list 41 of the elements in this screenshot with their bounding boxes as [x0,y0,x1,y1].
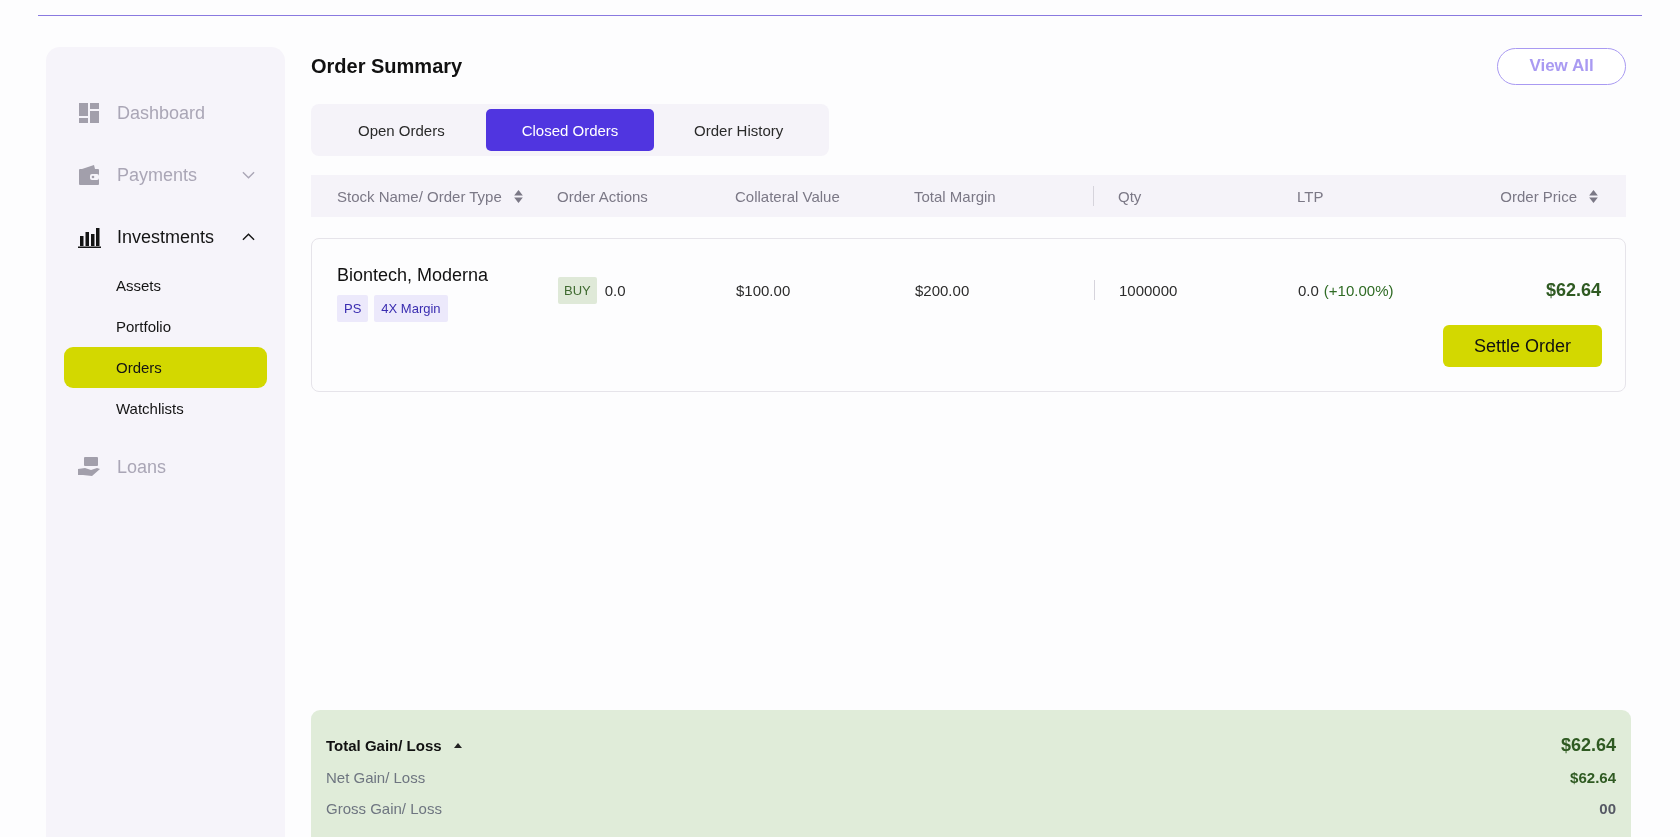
stock-name: Biontech, Moderna [337,265,489,286]
tab[interactable]: Order History [654,109,823,151]
tab[interactable]: Closed Orders [485,109,655,151]
nav-item[interactable]: Investments [46,217,285,257]
order-tag: 4X Margin [374,295,448,322]
wallet-icon [77,163,101,187]
table-cell: 0.0 [604,281,626,299]
change-value: (+10.00%) [1323,281,1394,299]
nav-subitem[interactable]: Watchlists [64,388,267,429]
order-price: $62.64 [1545,279,1601,301]
column-header: Collateral Value [735,187,840,205]
nav-subitem[interactable]: Portfolio [64,306,267,347]
summary-label: Gross Gain/ Loss [326,800,442,817]
column-header: Order Actions [557,187,648,205]
table-cell: 1000000 [1119,281,1178,299]
dashboard-icon [77,101,101,125]
summary-title[interactable]: Total Gain/ Loss [326,736,442,754]
summary-value: 00 [1599,800,1616,817]
total-value: $62.64 [1560,734,1616,756]
settle-order-button[interactable]: Settle Order [1443,325,1602,367]
order-tag: PS [337,295,369,322]
column-header[interactable]: Order Price [1500,187,1598,205]
column-header[interactable]: Stock Name/ Order Type [337,187,523,205]
column-header: Qty [1118,187,1142,205]
column-header: Total Margin [914,187,996,205]
table-cell: 0.0 [1298,281,1319,299]
order-side-badge: BUY [558,276,597,304]
caret-up-icon[interactable] [453,742,462,748]
tab[interactable]: Open Orders [317,109,486,151]
column-header: LTP [1297,187,1324,205]
page-title: Order Summary [311,54,463,78]
summary-value: $62.64 [1570,769,1616,786]
summary-label: Net Gain/ Loss [326,769,426,786]
bar-chart-icon [77,225,101,249]
nav-subitem[interactable]: Orders [64,347,267,388]
sort-icon [513,189,523,203]
table-cell: $100.00 [736,281,791,299]
table-cell: $200.00 [915,281,970,299]
nav-subitem[interactable]: Assets [64,265,267,306]
hand-money-icon [77,455,101,479]
sort-icon [1589,189,1598,203]
